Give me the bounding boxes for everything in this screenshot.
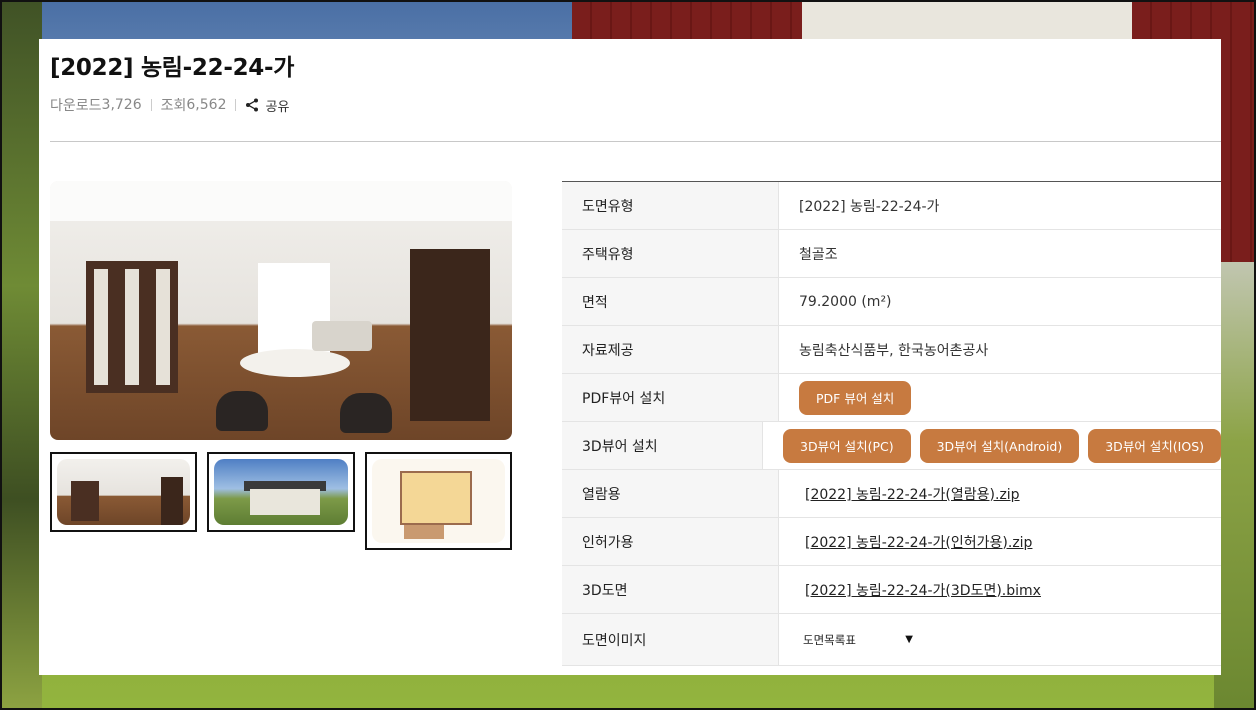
table-row: 3D도면 [2022] 농림-22-24-가(3D도면).bimx: [562, 566, 1221, 614]
main-image-living-room: [50, 181, 512, 440]
row-value: 농림축산식품부, 한국농어촌공사: [799, 342, 989, 359]
row-label: PDF뷰어 설치: [562, 374, 779, 421]
table-row: 자료제공 농림축산식품부, 한국농어촌공사: [562, 326, 1221, 374]
info-table: 도면유형 [2022] 농림-22-24-가 주택유형 철골조 면적 79.20…: [562, 181, 1221, 666]
row-label: 주택유형: [562, 230, 779, 277]
3d-viewer-android-button[interactable]: 3D뷰어 설치(Android): [919, 428, 1080, 463]
table-row: 주택유형 철골조: [562, 230, 1221, 278]
select-value: 도면목록표: [803, 632, 856, 647]
view-count: 6,562: [186, 97, 227, 113]
row-value: 79.2000 (m²): [799, 293, 892, 310]
table-row: 열람용 [2022] 농림-22-24-가(열람용).zip: [562, 470, 1221, 518]
row-label: 도면이미지: [562, 614, 779, 665]
row-value: 철골조: [799, 246, 838, 263]
file-link-viewing[interactable]: [2022] 농림-22-24-가(열람용).zip: [805, 484, 1020, 504]
row-label: 인허가용: [562, 518, 779, 565]
thumbnail-floor-plan[interactable]: [365, 452, 512, 550]
row-label: 도면유형: [562, 182, 779, 229]
row-label: 3D도면: [562, 566, 779, 613]
table-row: PDF뷰어 설치 PDF 뷰어 설치: [562, 374, 1221, 422]
table-row: 면적 79.2000 (m²): [562, 278, 1221, 326]
row-value: [2022] 농림-22-24-가: [799, 198, 940, 215]
download-count: 3,726: [101, 97, 142, 113]
3d-viewer-pc-button[interactable]: 3D뷰어 설치(PC): [783, 428, 911, 463]
thumbnail-interior[interactable]: [50, 452, 197, 532]
thumbnail-exterior[interactable]: [207, 452, 355, 532]
3d-viewer-ios-button[interactable]: 3D뷰어 설치(IOS): [1088, 428, 1221, 463]
table-row: 도면유형 [2022] 농림-22-24-가: [562, 182, 1221, 230]
divider: [150, 99, 152, 111]
page-title: [2022] 농림-22-24-가: [50, 55, 295, 81]
chevron-down-icon: ▼: [905, 634, 913, 645]
meta-bar: 다운로드 3,726 조회 6,562 공유: [50, 95, 289, 115]
file-link-permit[interactable]: [2022] 농림-22-24-가(인허가용).zip: [805, 532, 1032, 552]
pdf-viewer-install-button[interactable]: PDF 뷰어 설치: [799, 380, 912, 415]
row-label: 자료제공: [562, 326, 779, 373]
view-label: 조회: [160, 98, 187, 114]
row-label: 열람용: [562, 470, 779, 517]
share-label: 공유: [265, 99, 290, 115]
share-button[interactable]: 공유: [245, 96, 289, 115]
row-label: 3D뷰어 설치: [562, 422, 764, 469]
drawing-image-select[interactable]: 도면목록표 ▼: [803, 627, 913, 652]
detail-panel: [2022] 농림-22-24-가 다운로드 3,726 조회 6,562 공유: [39, 39, 1221, 675]
table-row: 3D뷰어 설치 3D뷰어 설치(PC) 3D뷰어 설치(Android) 3D뷰…: [562, 422, 1221, 470]
table-row: 도면이미지 도면목록표 ▼: [562, 614, 1221, 666]
divider: [50, 141, 1221, 142]
share-icon: [246, 98, 259, 112]
file-link-3d-drawing[interactable]: [2022] 농림-22-24-가(3D도면).bimx: [805, 580, 1041, 600]
download-label: 다운로드: [50, 98, 102, 114]
row-label: 면적: [562, 278, 779, 325]
divider: [235, 99, 237, 111]
table-row: 인허가용 [2022] 농림-22-24-가(인허가용).zip: [562, 518, 1221, 566]
